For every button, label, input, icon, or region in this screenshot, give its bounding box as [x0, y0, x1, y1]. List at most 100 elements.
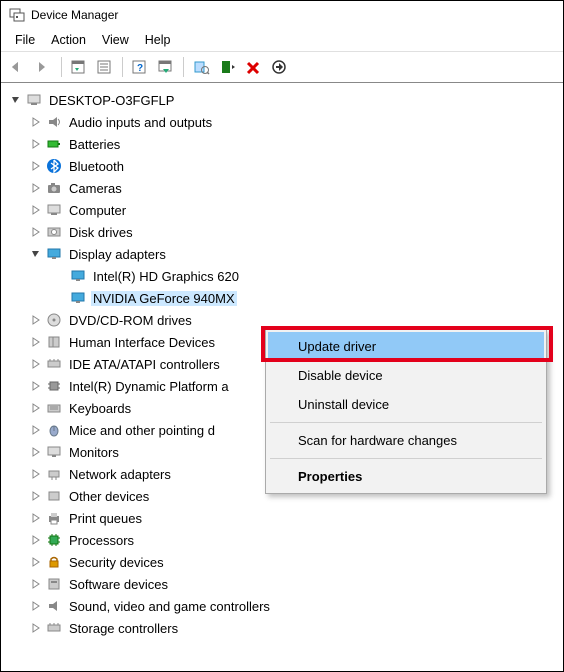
- chevron-right-icon[interactable]: [29, 137, 43, 151]
- enable-device-button[interactable]: [216, 56, 238, 78]
- controller-icon: [45, 356, 63, 372]
- chevron-right-icon[interactable]: [29, 467, 43, 481]
- context-uninstall-device[interactable]: Uninstall device: [268, 390, 544, 419]
- tree-item-label: Bluetooth: [67, 159, 126, 174]
- tree-item-label: Disk drives: [67, 225, 135, 240]
- show-hide-console-tree-button[interactable]: [68, 56, 90, 78]
- scan-hardware-button[interactable]: [155, 56, 177, 78]
- tree-item-label: IDE ATA/ATAPI controllers: [67, 357, 222, 372]
- chevron-right-icon[interactable]: [29, 533, 43, 547]
- expander-icon[interactable]: [9, 93, 23, 107]
- tree-item-label: Network adapters: [67, 467, 173, 482]
- chevron-right-icon[interactable]: [29, 225, 43, 239]
- chevron-right-icon[interactable]: [29, 357, 43, 371]
- chevron-right-icon[interactable]: [29, 577, 43, 591]
- chevron-right-icon[interactable]: [29, 489, 43, 503]
- keyboard-icon: [45, 400, 63, 416]
- tree-item-computer[interactable]: Computer: [5, 199, 563, 221]
- tree-item-intel-hd[interactable]: Intel(R) HD Graphics 620: [5, 265, 563, 287]
- tree-item-nvidia[interactable]: NVIDIA GeForce 940MX: [5, 287, 563, 309]
- tree-item-batteries[interactable]: Batteries: [5, 133, 563, 155]
- tree-item-label: Processors: [67, 533, 136, 548]
- tree-item-label: Audio inputs and outputs: [67, 115, 214, 130]
- computer-icon: [45, 202, 63, 218]
- tree-root[interactable]: DESKTOP-O3FGFLP: [5, 89, 563, 111]
- window-title: Device Manager: [31, 8, 118, 22]
- chevron-right-icon[interactable]: [29, 445, 43, 459]
- display-icon: [69, 268, 87, 284]
- tree-item-label: Intel(R) HD Graphics 620: [91, 269, 241, 284]
- chevron-right-icon[interactable]: [29, 203, 43, 217]
- chevron-right-icon[interactable]: [29, 181, 43, 195]
- chevron-right-icon[interactable]: [29, 401, 43, 415]
- context-separator: [270, 458, 542, 459]
- tree-item-label: Mice and other pointing d: [67, 423, 217, 438]
- expander-spacer: [53, 291, 67, 305]
- chevron-right-icon[interactable]: [29, 379, 43, 393]
- chip-icon: [45, 378, 63, 394]
- properties-button[interactable]: [94, 56, 116, 78]
- tree-item-label: Computer: [67, 203, 128, 218]
- context-menu: Update driver Disable device Uninstall d…: [265, 329, 547, 494]
- network-icon: [45, 466, 63, 482]
- storage-icon: [45, 620, 63, 636]
- tree-item-sound[interactable]: Sound, video and game controllers: [5, 595, 563, 617]
- security-icon: [45, 554, 63, 570]
- monitor-icon: [45, 444, 63, 460]
- tree-item-audio[interactable]: Audio inputs and outputs: [5, 111, 563, 133]
- chevron-right-icon[interactable]: [29, 115, 43, 129]
- software-icon: [45, 576, 63, 592]
- context-separator: [270, 422, 542, 423]
- menu-action[interactable]: Action: [43, 31, 94, 49]
- mouse-icon: [45, 422, 63, 438]
- tree-item-label: Human Interface Devices: [67, 335, 217, 350]
- context-disable-device[interactable]: Disable device: [268, 361, 544, 390]
- tree-item-processors[interactable]: Processors: [5, 529, 563, 551]
- display-icon: [69, 290, 87, 306]
- help-button[interactable]: ?: [129, 56, 151, 78]
- toolbar: ?: [1, 51, 563, 83]
- camera-icon: [45, 180, 63, 196]
- tree-item-disk-drives[interactable]: Disk drives: [5, 221, 563, 243]
- chevron-down-icon[interactable]: [29, 247, 43, 261]
- disc-icon: [45, 312, 63, 328]
- processor-icon: [45, 532, 63, 548]
- chevron-right-icon[interactable]: [29, 599, 43, 613]
- titlebar: Device Manager: [1, 1, 563, 29]
- chevron-right-icon[interactable]: [29, 313, 43, 327]
- tree-item-label: Cameras: [67, 181, 124, 196]
- tree-item-software[interactable]: Software devices: [5, 573, 563, 595]
- context-update-driver[interactable]: Update driver: [268, 332, 544, 361]
- menu-view[interactable]: View: [94, 31, 137, 49]
- menu-file[interactable]: File: [7, 31, 43, 49]
- tree-item-security[interactable]: Security devices: [5, 551, 563, 573]
- svg-text:?: ?: [137, 63, 143, 74]
- chevron-right-icon[interactable]: [29, 511, 43, 525]
- tree-item-label: Sound, video and game controllers: [67, 599, 272, 614]
- context-properties[interactable]: Properties: [268, 462, 544, 491]
- tree-root-label: DESKTOP-O3FGFLP: [47, 93, 176, 108]
- printer-icon: [45, 510, 63, 526]
- tree-item-storage[interactable]: Storage controllers: [5, 617, 563, 639]
- expander-spacer: [53, 269, 67, 283]
- menu-help[interactable]: Help: [137, 31, 179, 49]
- chevron-right-icon[interactable]: [29, 159, 43, 173]
- tree-item-label: NVIDIA GeForce 940MX: [91, 291, 237, 306]
- chevron-right-icon[interactable]: [29, 555, 43, 569]
- tree-item-label: Other devices: [67, 489, 151, 504]
- chevron-right-icon[interactable]: [29, 621, 43, 635]
- tree-item-cameras[interactable]: Cameras: [5, 177, 563, 199]
- chevron-right-icon[interactable]: [29, 335, 43, 349]
- forward-button[interactable]: [33, 56, 55, 78]
- back-button[interactable]: [7, 56, 29, 78]
- tree-item-print[interactable]: Print queues: [5, 507, 563, 529]
- uninstall-device-button[interactable]: [242, 56, 264, 78]
- tree-item-display-adapters[interactable]: Display adapters: [5, 243, 563, 265]
- disable-device-button[interactable]: [268, 56, 290, 78]
- update-driver-button[interactable]: [190, 56, 212, 78]
- tree-item-dvd[interactable]: DVD/CD-ROM drives: [5, 309, 563, 331]
- chevron-right-icon[interactable]: [29, 423, 43, 437]
- context-scan-hardware[interactable]: Scan for hardware changes: [268, 426, 544, 455]
- toolbar-separator: [122, 57, 123, 77]
- tree-item-bluetooth[interactable]: Bluetooth: [5, 155, 563, 177]
